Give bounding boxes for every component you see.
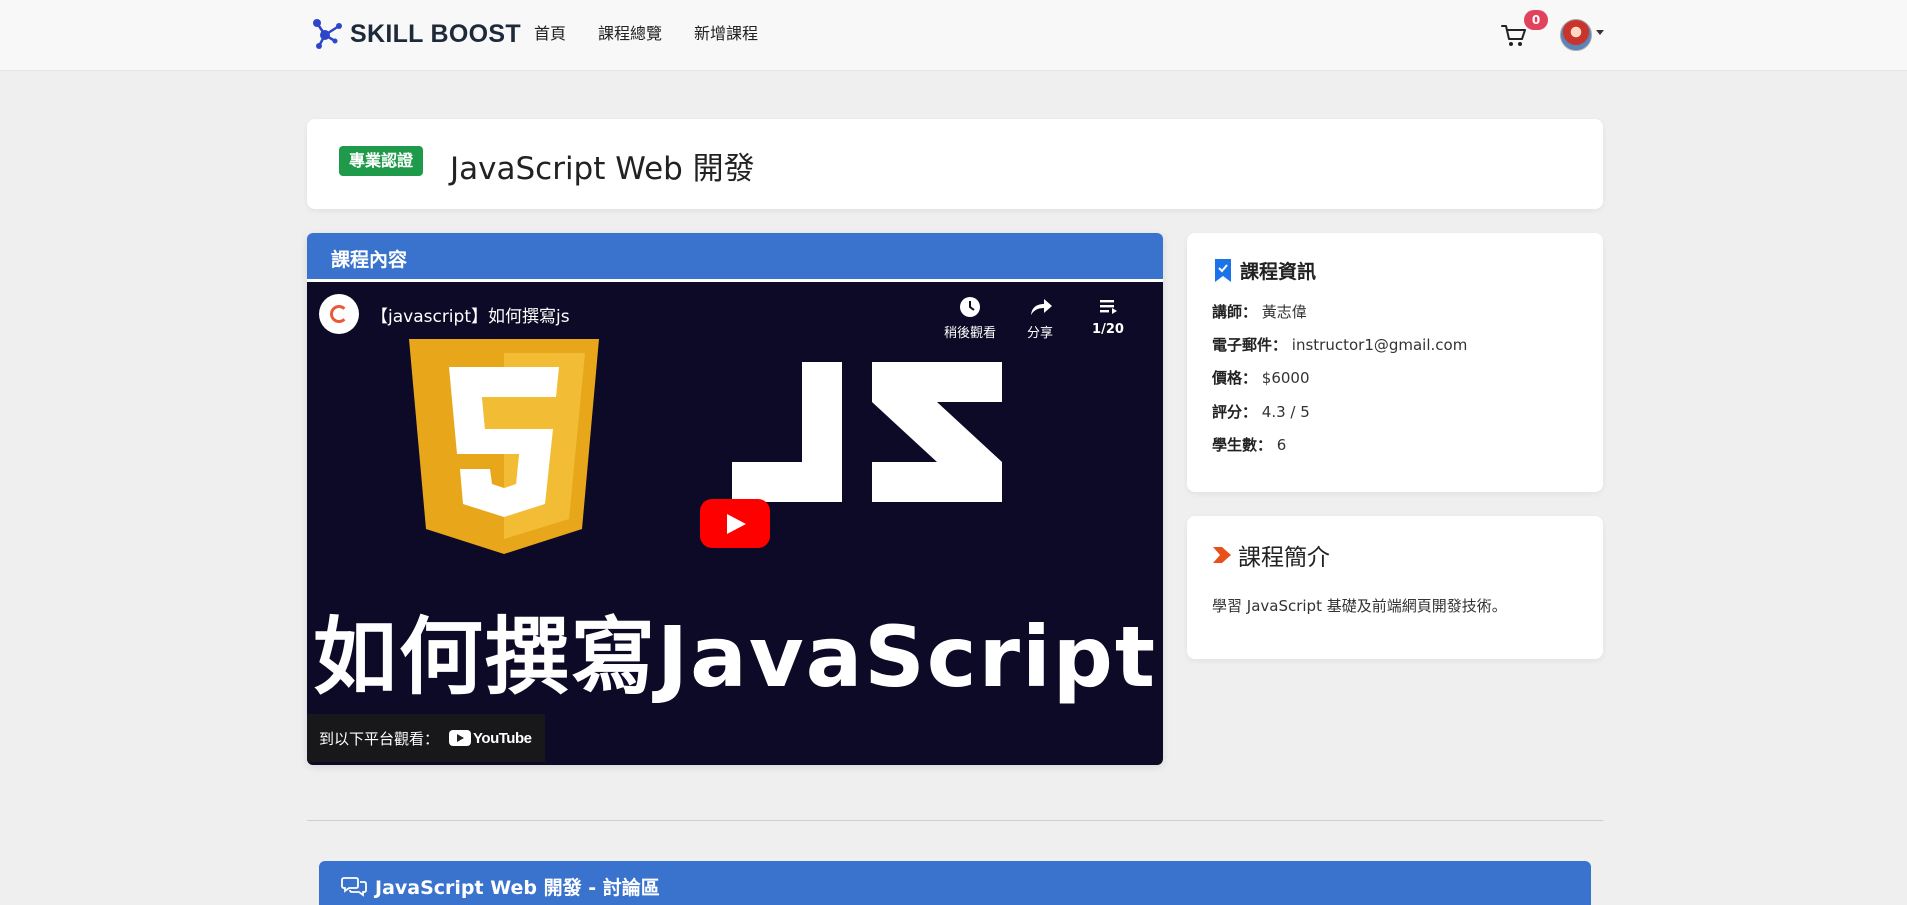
chevron-down-icon[interactable] <box>1596 30 1604 35</box>
course-title-card: 專業認證 JavaScript Web 開發 <box>307 119 1603 209</box>
watch-on-youtube-button[interactable]: 到以下平台觀看： YouTube <box>307 714 546 762</box>
nav-link-home[interactable]: 首頁 <box>534 22 566 46</box>
cart-count-badge: 0 <box>1524 10 1548 30</box>
navbar: SKILL BOOST 首頁 課程總覽 新增課程 0 <box>0 0 1907 71</box>
share-label: 分享 <box>1026 326 1053 341</box>
playlist-button[interactable]: 1/20 <box>1073 292 1143 337</box>
course-content-card: 課程內容 【javascript】如何撰寫js 稍後觀看 分享 1/20 如何撰… <box>307 233 1163 765</box>
nav-links: 首頁 課程總覽 新增課程 <box>534 22 790 46</box>
info-row-email: 電子郵件： instructor1@gmail.com <box>1212 334 1467 355</box>
info-value: $6000 <box>1261 369 1310 387</box>
discussion-title: JavaScript Web 開發 - 討論區 <box>375 877 660 899</box>
youtube-play-icon <box>449 730 472 746</box>
info-label: 評分： <box>1212 403 1258 421</box>
info-value: instructor1@gmail.com <box>1291 336 1468 354</box>
cart-icon[interactable] <box>1500 22 1528 48</box>
course-intro-heading: 課程簡介 <box>1212 538 1330 572</box>
clock-icon <box>960 297 980 317</box>
info-value: 黃志偉 <box>1261 303 1307 321</box>
course-info-card: 課程資訊 講師： 黃志偉 電子郵件： instructor1@gmail.com… <box>1187 233 1603 492</box>
nav-link-add-course[interactable]: 新增課程 <box>694 22 758 46</box>
discussion-header: JavaScript Web 開發 - 討論區 <box>319 861 1591 905</box>
watch-on-label: 到以下平台觀看： <box>319 729 440 748</box>
user-avatar[interactable] <box>1560 19 1592 51</box>
info-row-price: 價格： $6000 <box>1212 367 1310 388</box>
certification-badge: 專業認證 <box>339 146 424 176</box>
info-row-rating: 評分： 4.3 / 5 <box>1212 401 1310 422</box>
youtube-wordmark: YouTube <box>473 729 532 747</box>
js-logo-graphic <box>732 362 1002 502</box>
html5-shield-graphic <box>409 339 599 554</box>
watch-later-button[interactable]: 稍後觀看 <box>935 292 1005 341</box>
playlist-position: 1/20 <box>1092 322 1124 337</box>
video-player[interactable]: 【javascript】如何撰寫js 稍後觀看 分享 1/20 如何撰寫Java… <box>307 282 1163 765</box>
course-info-heading: 課程資訊 <box>1212 257 1316 284</box>
share-icon <box>1031 299 1052 315</box>
info-row-students: 學生數： 6 <box>1212 434 1286 455</box>
play-button[interactable] <box>700 499 770 548</box>
share-button[interactable]: 分享 <box>1005 292 1075 341</box>
info-label: 價格： <box>1212 369 1258 387</box>
chevron-right-icon <box>1213 547 1231 563</box>
video-title[interactable]: 【javascript】如何撰寫js <box>371 302 570 327</box>
info-label: 講師： <box>1212 303 1258 321</box>
bookmark-check-icon <box>1215 258 1231 282</box>
course-intro-card: 課程簡介 學習 JavaScript 基礎及前端網頁開發技術。 <box>1187 516 1603 659</box>
course-content-header: 課程內容 <box>307 233 1163 281</box>
page-title: JavaScript Web 開發 <box>450 151 755 187</box>
course-info-title: 課程資訊 <box>1240 261 1317 283</box>
channel-avatar-icon[interactable] <box>319 294 359 334</box>
section-divider <box>307 820 1603 821</box>
info-label: 電子郵件： <box>1212 336 1288 354</box>
info-value: 4.3 / 5 <box>1261 403 1310 421</box>
info-row-instructor: 講師： 黃志偉 <box>1212 301 1307 322</box>
chat-bubbles-icon <box>341 877 367 897</box>
brand-link[interactable]: SKILL BOOST <box>310 16 521 52</box>
info-value: 6 <box>1276 436 1287 454</box>
brand-logo-icon <box>313 19 342 49</box>
course-intro-title: 課程簡介 <box>1238 545 1330 571</box>
info-label: 學生數： <box>1212 436 1273 454</box>
brand-name: SKILL BOOST <box>350 19 521 48</box>
nav-link-courses[interactable]: 課程總覽 <box>598 22 662 46</box>
video-thumbnail-text: 如何撰寫JavaScript <box>312 608 1158 706</box>
playlist-icon <box>1100 300 1117 314</box>
youtube-logo: YouTube <box>449 729 532 747</box>
course-intro-text: 學習 JavaScript 基礎及前端網頁開發技術。 <box>1212 597 1507 615</box>
watch-later-label: 稍後觀看 <box>943 326 996 341</box>
